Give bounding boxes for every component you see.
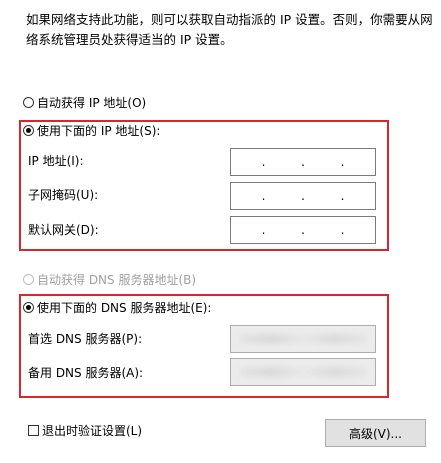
radio-auto-dns[interactable]: 自动获得 DNS 服务器地址(B): [23, 270, 196, 288]
alternate-dns-input[interactable]: [230, 358, 376, 386]
validate-on-exit-label: 退出时验证设置(L): [42, 423, 143, 438]
ip-address-dot-2: .: [301, 155, 305, 169]
default-gateway-dot-1: .: [261, 223, 266, 237]
radio-manual-ip-label: 使用下面的 IP 地址(S):: [37, 123, 161, 138]
default-gateway-dot-3: .: [340, 223, 345, 237]
subnet-mask-dot-2: .: [301, 189, 305, 203]
validate-on-exit-checkbox[interactable]: 退出时验证设置(L): [28, 421, 142, 439]
validate-on-exit-box[interactable]: [28, 424, 39, 436]
preferred-dns-input[interactable]: [230, 325, 376, 353]
description-text: 如果网络支持此功能，则可以获取自动指派的 IP 设置。否则，你需要从网 络系统管…: [26, 10, 433, 50]
radio-manual-dns[interactable]: 使用下面的 DNS 服务器地址(E):: [23, 298, 211, 316]
description-line-2: 络系统管理员处获得适当的 IP 设置。: [26, 32, 233, 47]
default-gateway-label: 默认网关(D):: [28, 223, 99, 237]
preferred-dns-label: 首选 DNS 服务器(P):: [28, 332, 143, 346]
radio-auto-dns-indicator[interactable]: [23, 273, 34, 285]
description-line-1: 如果网络支持此功能，则可以获取自动指派的 IP 设置。否则，你需要从网: [26, 12, 433, 27]
alternate-dns-blurred-value: [239, 367, 367, 377]
subnet-mask-label: 子网掩码(U):: [28, 188, 99, 202]
ip-address-dot-1: .: [261, 155, 266, 169]
subnet-mask-dot-1: .: [261, 189, 266, 203]
ip-address-dot-3: .: [340, 155, 345, 169]
radio-auto-dns-label: 自动获得 DNS 服务器地址(B): [37, 272, 197, 287]
radio-manual-ip-indicator[interactable]: [23, 124, 34, 136]
preferred-dns-blurred-value: [239, 334, 367, 344]
subnet-mask-input[interactable]: . . .: [230, 182, 376, 210]
radio-manual-dns-label: 使用下面的 DNS 服务器地址(E):: [37, 300, 212, 315]
alternate-dns-label: 备用 DNS 服务器(A):: [28, 366, 144, 380]
default-gateway-input[interactable]: . . .: [230, 216, 376, 244]
radio-auto-ip-label: 自动获得 IP 地址(O): [37, 95, 147, 110]
advanced-button[interactable]: 高级(V)...: [325, 419, 426, 447]
radio-auto-ip[interactable]: 自动获得 IP 地址(O): [23, 93, 146, 111]
ip-address-label: IP 地址(I):: [28, 154, 84, 168]
radio-manual-dns-indicator[interactable]: [23, 301, 34, 313]
ip-address-input[interactable]: . . .: [230, 148, 376, 176]
radio-manual-ip[interactable]: 使用下面的 IP 地址(S):: [23, 121, 160, 139]
radio-auto-ip-indicator[interactable]: [23, 96, 34, 108]
subnet-mask-dot-3: .: [340, 189, 345, 203]
default-gateway-dot-2: .: [301, 223, 305, 237]
